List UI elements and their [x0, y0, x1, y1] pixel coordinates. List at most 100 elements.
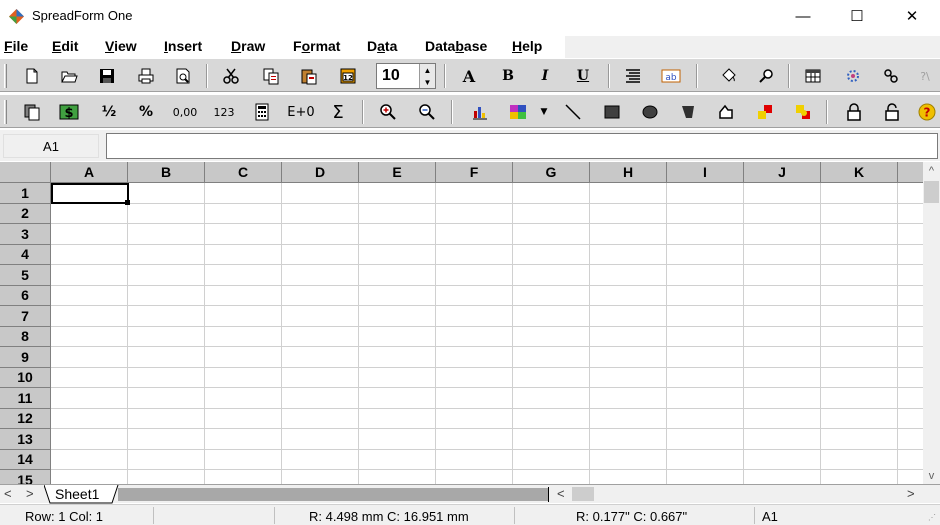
scroll-down-icon[interactable]: v [923, 467, 940, 484]
cell[interactable] [282, 326, 359, 347]
zoom-out-button[interactable] [414, 100, 440, 124]
scroll-right-icon[interactable]: > [907, 486, 915, 501]
draw-ellipse-button[interactable] [637, 100, 663, 124]
row-header-8[interactable]: 8 [0, 326, 51, 347]
cell[interactable] [744, 326, 821, 347]
cell[interactable] [205, 183, 282, 204]
draw-polygon-button[interactable] [675, 100, 701, 124]
cell[interactable] [590, 347, 667, 368]
cell[interactable] [128, 449, 205, 470]
sheet-tab-sheet1[interactable]: Sheet1 [43, 484, 120, 504]
cell[interactable] [51, 224, 128, 245]
cell[interactable] [898, 224, 923, 245]
cell[interactable] [667, 244, 744, 265]
cell[interactable] [51, 367, 128, 388]
cell[interactable] [205, 408, 282, 429]
menu-format[interactable]: Format [293, 38, 340, 54]
currency-button[interactable]: $ [56, 100, 82, 124]
cell[interactable] [128, 224, 205, 245]
calculator-grid-button[interactable] [800, 64, 826, 88]
cell[interactable] [744, 367, 821, 388]
draw-rectangle-button[interactable] [599, 100, 625, 124]
cell[interactable] [128, 388, 205, 409]
color-dropdown-button[interactable]: ▼ [535, 100, 553, 124]
horizontal-scroll-thumb[interactable] [572, 487, 594, 501]
menu-insert[interactable]: Insert [164, 38, 202, 54]
cell[interactable] [898, 203, 923, 224]
align-button[interactable] [620, 64, 646, 88]
number-format-button[interactable]: 123 [209, 100, 239, 124]
cell[interactable] [821, 470, 898, 484]
cell[interactable] [205, 470, 282, 484]
resize-grip-icon[interactable]: ⋰ [928, 513, 936, 522]
cell[interactable] [282, 285, 359, 306]
cell[interactable] [667, 224, 744, 245]
calculator-button[interactable] [249, 100, 275, 124]
menu-view[interactable]: View [105, 38, 137, 54]
paste-special-button[interactable] [19, 100, 45, 124]
cell[interactable] [667, 326, 744, 347]
cell[interactable] [590, 244, 667, 265]
cell[interactable] [898, 306, 923, 327]
scroll-left-icon[interactable]: < [557, 486, 565, 501]
cell[interactable] [667, 449, 744, 470]
cell[interactable] [359, 429, 436, 450]
cell[interactable] [667, 388, 744, 409]
cell[interactable] [359, 285, 436, 306]
draw-line-button[interactable] [560, 100, 586, 124]
row-header-3[interactable]: 3 [0, 224, 51, 245]
cell[interactable] [667, 203, 744, 224]
vertical-scrollbar[interactable]: ^ v [923, 162, 940, 484]
merge-cells-button[interactable]: ab [658, 64, 684, 88]
calendar-button[interactable]: 12 [335, 64, 361, 88]
cell[interactable] [282, 203, 359, 224]
column-header-a[interactable]: A [51, 162, 128, 183]
cell[interactable] [51, 388, 128, 409]
cell[interactable] [205, 429, 282, 450]
column-header-d[interactable]: D [282, 162, 359, 183]
cell[interactable] [359, 388, 436, 409]
cell[interactable] [667, 408, 744, 429]
cell[interactable] [359, 265, 436, 286]
cell[interactable] [744, 265, 821, 286]
cell[interactable] [436, 183, 513, 204]
cell[interactable] [436, 265, 513, 286]
cell[interactable] [205, 203, 282, 224]
row-header-9[interactable]: 9 [0, 347, 51, 368]
cell[interactable] [667, 470, 744, 484]
cell[interactable] [821, 285, 898, 306]
vertical-scroll-thumb[interactable] [924, 181, 939, 203]
menu-help[interactable]: Help [512, 38, 542, 54]
cell[interactable] [282, 388, 359, 409]
column-header-b[interactable]: B [128, 162, 205, 183]
autosum-button[interactable]: Σ [325, 100, 351, 124]
cell[interactable] [744, 203, 821, 224]
cell[interactable] [744, 224, 821, 245]
cell[interactable] [205, 367, 282, 388]
cell[interactable] [667, 285, 744, 306]
underline-button[interactable]: U [570, 64, 596, 88]
cell[interactable] [513, 388, 590, 409]
cell[interactable] [590, 429, 667, 450]
cell[interactable] [513, 203, 590, 224]
cell[interactable] [205, 449, 282, 470]
row-header-5[interactable]: 5 [0, 265, 51, 286]
cell[interactable] [667, 347, 744, 368]
cell[interactable] [282, 224, 359, 245]
font-size-spinner[interactable]: 10 ▲ ▼ [376, 63, 436, 89]
cell[interactable] [590, 408, 667, 429]
cell[interactable] [282, 470, 359, 484]
print-preview-button[interactable] [170, 64, 196, 88]
cell[interactable] [359, 367, 436, 388]
cell[interactable] [205, 326, 282, 347]
cell[interactable] [513, 244, 590, 265]
cell[interactable] [359, 449, 436, 470]
cell[interactable] [590, 367, 667, 388]
tab-prev-icon[interactable]: < [4, 486, 12, 501]
cut-button[interactable] [218, 64, 244, 88]
cell[interactable] [513, 224, 590, 245]
lock-button[interactable] [841, 100, 867, 124]
cell[interactable] [359, 224, 436, 245]
cell[interactable] [282, 347, 359, 368]
cell[interactable] [821, 367, 898, 388]
